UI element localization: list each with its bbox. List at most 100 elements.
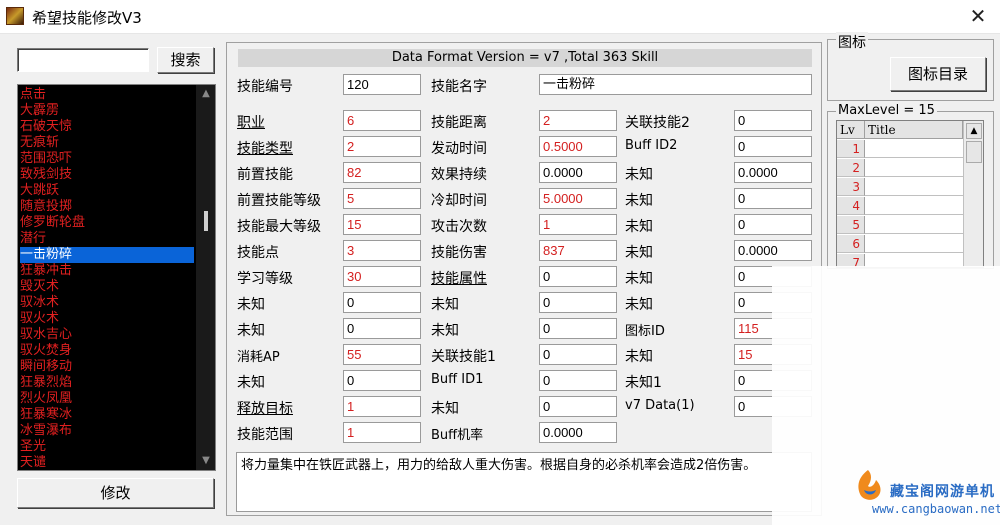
field-label: 职业 (237, 115, 265, 131)
field-input[interactable]: 0.0000 (734, 162, 812, 183)
level-title-cell[interactable] (865, 216, 963, 234)
level-title-cell[interactable] (865, 159, 963, 177)
field-input[interactable]: 1 (343, 396, 421, 417)
field-input[interactable]: 0 (539, 370, 617, 391)
field-input[interactable]: 0 (343, 292, 421, 313)
level-number[interactable]: 6 (837, 235, 865, 253)
field-input[interactable]: 0 (734, 136, 812, 157)
field-label: 攻击次数 (431, 219, 487, 235)
field-label: 前置技能 (237, 167, 293, 183)
field-input[interactable]: 1 (343, 422, 421, 443)
field-input[interactable]: 0 (539, 318, 617, 339)
field-input[interactable]: 15 (343, 214, 421, 235)
field-input[interactable]: 30 (343, 266, 421, 287)
skill-list-item[interactable]: 无痕斩 (20, 135, 194, 151)
field-input[interactable]: 3 (343, 240, 421, 261)
icon-group-title: 图标 (836, 32, 868, 52)
skill-list-item-selected[interactable]: 一击粉碎 (20, 247, 194, 263)
skill-list-item[interactable]: 圣光 (20, 439, 194, 455)
skill-list-item[interactable]: 瞬间移动 (20, 359, 194, 375)
level-title-cell[interactable] (865, 178, 963, 196)
field-label: 未知 (431, 401, 459, 417)
field-input[interactable]: 2 (343, 136, 421, 157)
grid-scrollbar[interactable]: ▲ (963, 121, 983, 267)
field-input[interactable]: 0.0000 (734, 240, 812, 261)
field-input[interactable]: 0 (343, 370, 421, 391)
skill-list-item[interactable]: 大跳跃 (20, 183, 194, 199)
field-input[interactable]: 0 (734, 110, 812, 131)
field-input[interactable]: 837 (539, 240, 617, 261)
field-input[interactable]: 0 (734, 188, 812, 209)
skill-list-item[interactable]: 狂暴寒冰 (20, 407, 194, 423)
skill-list[interactable]: 天谴 圣光 冰雪瀑布 狂暴寒冰 烈火凤凰 狂暴烈焰 瞬间移动 驭火焚身 驭水吉心 驭火术 驭冰术 毁灭… (17, 84, 216, 471)
level-number[interactable]: 3 (837, 178, 865, 196)
field-input[interactable]: 0 (539, 292, 617, 313)
field-input[interactable]: 5 (343, 188, 421, 209)
field-input[interactable]: 82 (343, 162, 421, 183)
skill-list-item[interactable]: 范围恐吓 (20, 151, 194, 167)
field-input[interactable]: 一击粉碎 (539, 74, 812, 95)
field-input[interactable]: 1 (539, 214, 617, 235)
field-label: 效果持续 (431, 167, 487, 183)
level-number[interactable]: 2 (837, 159, 865, 177)
field-input[interactable]: 0.5000 (539, 136, 617, 157)
skill-list-item[interactable]: 狂暴冲击 (20, 263, 194, 279)
field-input[interactable]: 0 (539, 396, 617, 417)
field-label: 未知1 (625, 375, 662, 391)
field-label: 未知 (625, 297, 653, 313)
level-number[interactable]: 5 (837, 216, 865, 234)
skill-list-item[interactable]: 修罗断轮盘 (20, 215, 194, 231)
watermark-url: www.cangbaowan.net (872, 502, 1000, 516)
scroll-thumb[interactable] (204, 211, 208, 231)
modify-button[interactable]: 修改 (17, 478, 214, 508)
field-label: 未知 (431, 323, 459, 339)
search-input[interactable] (17, 48, 149, 72)
skill-list-item[interactable]: 毁灭术 (20, 279, 194, 295)
field-input[interactable]: 0 (734, 214, 812, 235)
field-input[interactable]: 5.0000 (539, 188, 617, 209)
skill-list-item[interactable]: 驭冰术 (20, 295, 194, 311)
field-label: 技能点 (237, 245, 279, 261)
close-button[interactable]: ✕ (960, 2, 996, 30)
field-label: 技能属性 (431, 271, 487, 287)
level-number[interactable]: 1 (837, 140, 865, 158)
level-title-cell[interactable] (865, 197, 963, 215)
skill-list-item[interactable]: 潜行 (20, 231, 194, 247)
icon-directory-button[interactable]: 图标目录 (890, 57, 986, 91)
grid-scroll-thumb[interactable] (966, 141, 982, 163)
field-input[interactable]: 6 (343, 110, 421, 131)
skill-list-item[interactable]: 冰雪瀑布 (20, 423, 194, 439)
field-input[interactable]: 2 (539, 110, 617, 131)
skill-list-item[interactable]: 点击 (20, 87, 194, 103)
scroll-up-icon[interactable]: ▲ (199, 87, 213, 101)
level-number[interactable]: 4 (837, 197, 865, 215)
field-label: 图标ID (625, 324, 665, 339)
skill-list-item[interactable]: 狂暴烈焰 (20, 375, 194, 391)
level-title-cell[interactable] (865, 235, 963, 253)
field-input[interactable]: 0 (539, 266, 617, 287)
skill-list-item[interactable]: 驭水吉心 (20, 327, 194, 343)
field-input[interactable]: 0 (539, 344, 617, 365)
skill-list-item[interactable]: 石破天惊 (20, 119, 194, 135)
skill-list-item[interactable]: 致残剑技 (20, 167, 194, 183)
skill-list-scrollbar[interactable]: ▲ ▼ (196, 85, 215, 470)
skill-list-item[interactable]: 大霹雳 (20, 103, 194, 119)
field-input[interactable]: 120 (343, 74, 421, 95)
skill-list-item[interactable]: 驭火焚身 (20, 343, 194, 359)
field-input[interactable]: 0 (343, 318, 421, 339)
field-label: 未知 (625, 271, 653, 287)
search-button[interactable]: 搜索 (157, 47, 214, 73)
skill-description[interactable]: 将力量集中在铁匠武器上，用力的给敌人重大伤害。根据自身的必杀机率会造成2倍伤害。 (236, 452, 812, 512)
skill-list-item[interactable]: 天谴 (20, 455, 194, 470)
grid-scroll-up-icon[interactable]: ▲ (966, 123, 982, 139)
field-input[interactable]: 0.0000 (539, 422, 617, 443)
level-title-cell[interactable] (865, 140, 963, 158)
skill-list-item[interactable]: 随意投掷 (20, 199, 194, 215)
field-input[interactable]: 55 (343, 344, 421, 365)
scroll-down-icon[interactable]: ▼ (199, 454, 213, 468)
skill-list-item[interactable]: 烈火凤凰 (20, 391, 194, 407)
field-label: 前置技能等级 (237, 193, 321, 209)
level-grid[interactable]: Lv Title ▲ 1234567 (836, 120, 984, 268)
skill-list-item[interactable]: 驭火术 (20, 311, 194, 327)
field-input[interactable]: 0.0000 (539, 162, 617, 183)
